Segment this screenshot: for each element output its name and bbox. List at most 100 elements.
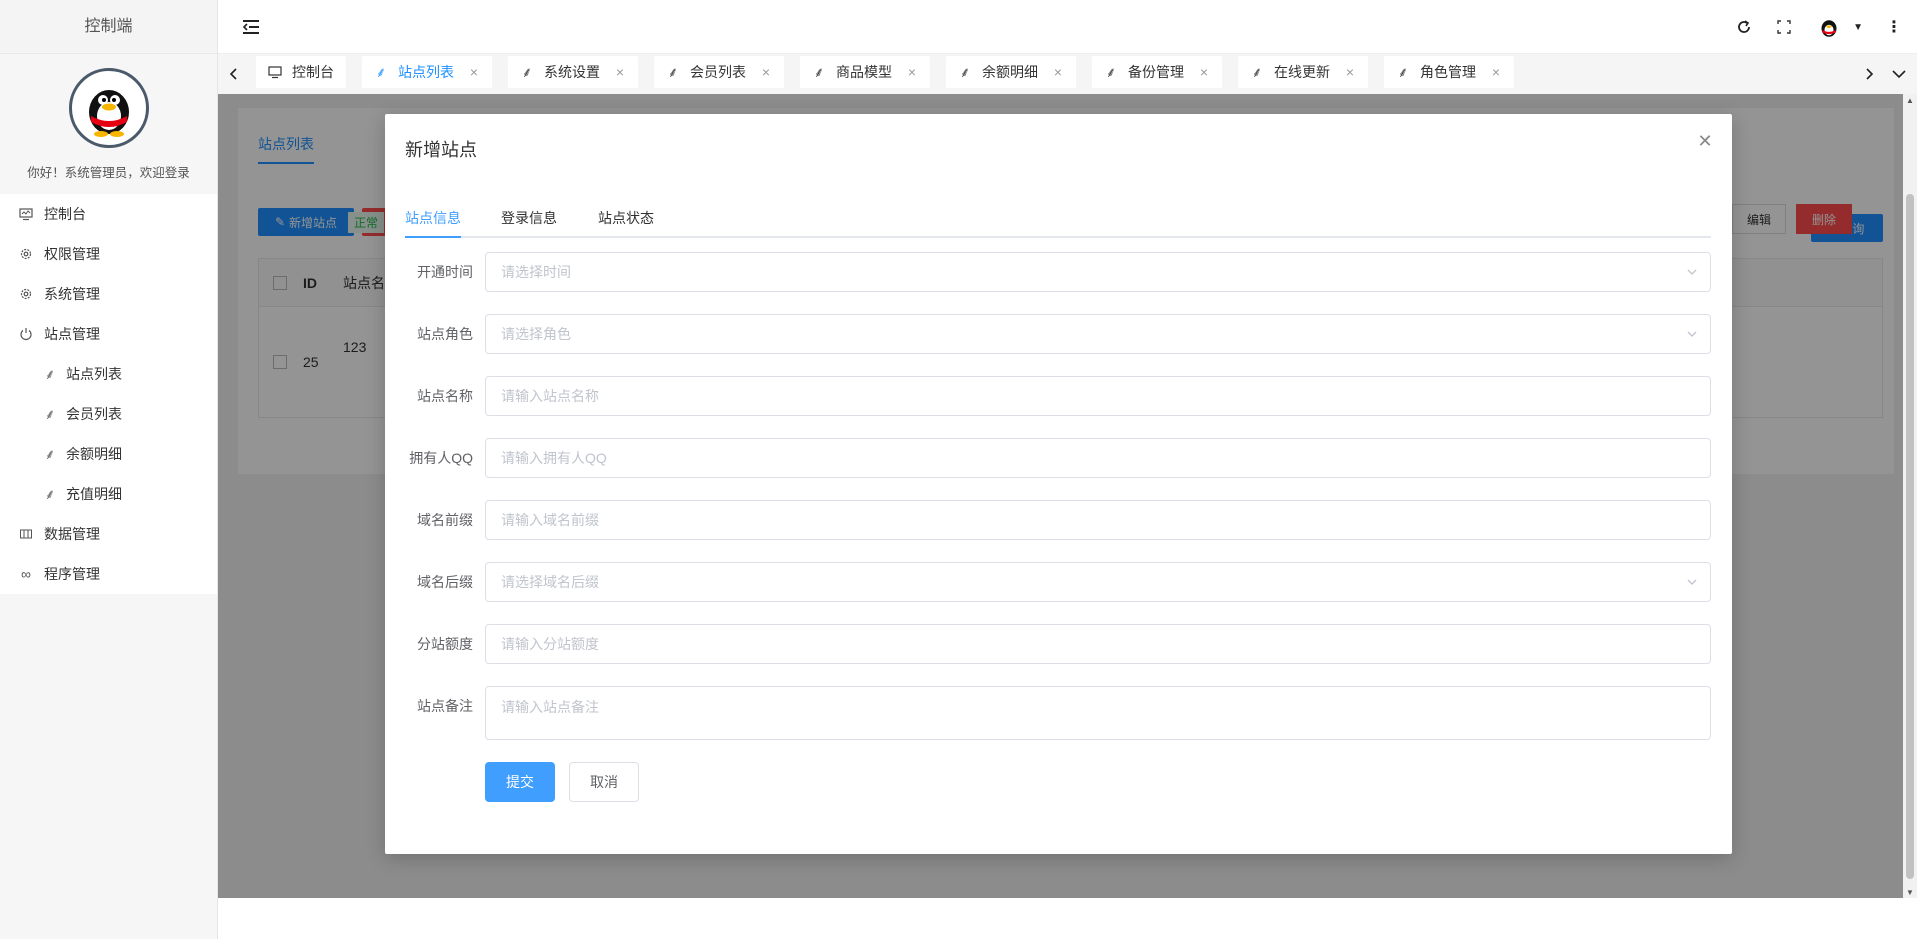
sidebar-item-label: 权限管理 [44,246,100,262]
close-icon[interactable]: ✕ [1696,131,1714,151]
refresh-icon[interactable] [1735,18,1753,36]
submit-button[interactable]: 提交 [485,762,555,802]
form-row-site-remark: 站点备注 请输入站点备注 [385,686,1732,740]
dialog-title: 新增站点 [405,140,477,160]
user-avatar[interactable] [1815,13,1844,41]
tab-label: 在线更新 [1274,64,1330,80]
palm-icon: ⸙ [44,445,56,462]
tab-member-list[interactable]: ⸙ 会员列表 × [654,56,784,88]
page-tabs: 控制台 ⸙ 站点列表 × ⸙ 系统设置 × ⸙ 会员列表 × ⸙ 商品模型 × … [256,56,1514,88]
sidebar-item-data[interactable]: 数据管理 [0,514,217,554]
sidebar-item-site-list[interactable]: ⸙ 站点列表 [0,354,217,394]
sidebar-item-label: 会员列表 [66,406,122,422]
gear-icon [18,246,34,262]
tab-label: 会员列表 [690,64,746,80]
sidebar-item-recharge-detail[interactable]: ⸙ 充值明细 [0,474,217,514]
tabs-next-icon[interactable] [1859,64,1879,84]
sidebar-item-permissions[interactable]: 权限管理 [0,234,217,274]
tab-role-management[interactable]: ⸙ 角色管理 × [1384,56,1514,88]
top-bar: ▼ ⋮ [218,0,1917,54]
scrollbar-thumb[interactable] [1906,194,1914,879]
form-row-substation-quota: 分站额度 请输入分站额度 [385,624,1732,664]
tab-console[interactable]: 控制台 [256,56,346,88]
tab-login-info[interactable]: 登录信息 [501,206,557,238]
tab-product-model[interactable]: ⸙ 商品模型 × [800,56,930,88]
placeholder-text: 请输入站点名称 [501,388,599,404]
avatar[interactable] [68,68,149,148]
palm-icon: ⸙ [813,63,825,80]
placeholder-text: 请选择域名后缀 [501,574,599,590]
close-icon[interactable]: × [468,64,480,80]
sidebar-item-system[interactable]: 系统管理 [0,274,217,314]
top-bar-actions: ▼ ⋮ [1735,0,1903,54]
placeholder-text: 请输入站点备注 [501,699,599,715]
tab-system-settings[interactable]: ⸙ 系统设置 × [508,56,638,88]
sidebar-item-balance-detail[interactable]: ⸙ 余额明细 [0,434,217,474]
tab-backup[interactable]: ⸙ 备份管理 × [1092,56,1222,88]
infinity-icon: ∞ [21,566,31,582]
more-vertical-icon[interactable]: ⋮ [1885,18,1903,36]
palm-icon: ⸙ [1251,63,1263,80]
substation-quota-input[interactable]: 请输入分站额度 [485,624,1711,664]
field-label: 开通时间 [417,264,473,280]
form-row-owner-qq: 拥有人QQ 请输入拥有人QQ [385,438,1732,478]
close-icon[interactable]: × [906,64,918,80]
tab-site-list[interactable]: ⸙ 站点列表 × [362,56,492,88]
tab-site-info[interactable]: 站点信息 [405,206,461,238]
tab-label: 控制台 [292,64,334,80]
close-icon[interactable]: × [1344,64,1356,80]
sidebar-item-member-list[interactable]: ⸙ 会员列表 [0,394,217,434]
user-menu[interactable]: ▼ [1815,13,1863,41]
tab-label: 角色管理 [1420,64,1476,80]
sidebar-menu: 控制台 权限管理 系统管理 站点管理 ⸙ 站点列表 ⸙ 会员列表 ⸙ 余额明细 … [0,194,217,594]
monitor-icon [268,65,282,79]
cancel-button[interactable]: 取消 [569,762,639,802]
sidebar-item-program[interactable]: ∞ 程序管理 [0,554,217,594]
power-icon [18,326,34,342]
close-icon[interactable]: × [1052,64,1064,80]
page-tabs-bar: 控制台 ⸙ 站点列表 × ⸙ 系统设置 × ⸙ 会员列表 × ⸙ 商品模型 × … [218,54,1917,94]
fullscreen-icon[interactable] [1775,18,1793,36]
sidebar-item-label: 余额明细 [66,446,122,462]
add-site-dialog: 新增站点 ✕ 站点信息 登录信息 站点状态 开通时间 请选择时间 站点角色 请选… [385,114,1732,854]
menu-fold-icon[interactable] [240,16,262,38]
site-role-select[interactable]: 请选择角色 [485,314,1711,354]
tabs-dropdown-icon[interactable] [1889,64,1909,84]
welcome-text: 你好！系统管理员，欢迎登录 [27,166,190,180]
form-row-site-name: 站点名称 请输入站点名称 [385,376,1732,416]
tab-label: 余额明细 [982,64,1038,80]
placeholder-text: 请输入域名前缀 [501,512,599,528]
tab-label: 商品模型 [836,64,892,80]
tab-site-status[interactable]: 站点状态 [598,206,654,238]
tab-online-update[interactable]: ⸙ 在线更新 × [1238,56,1368,88]
sidebar-item-sites[interactable]: 站点管理 [0,314,217,354]
close-icon[interactable]: × [1198,64,1210,80]
close-icon[interactable]: × [760,64,772,80]
close-icon[interactable]: × [1490,64,1502,80]
tabs-prev-icon[interactable] [224,64,244,84]
tab-label: 备份管理 [1128,64,1184,80]
scroll-down-icon[interactable]: ▼ [1906,888,1914,897]
tab-balance-detail[interactable]: ⸙ 余额明细 × [946,56,1076,88]
tab-label: 站点列表 [398,64,454,80]
monitor-icon [18,206,34,222]
close-icon[interactable]: × [614,64,626,80]
site-remark-textarea[interactable]: 请输入站点备注 [485,686,1711,740]
form-row-open-time: 开通时间 请选择时间 [385,252,1732,292]
sidebar-item-console[interactable]: 控制台 [0,194,217,234]
sidebar-item-label: 系统管理 [44,286,100,302]
chevron-down-icon [1687,579,1697,585]
palm-icon: ⸙ [44,405,56,422]
owner-qq-input[interactable]: 请输入拥有人QQ [485,438,1711,478]
open-time-select[interactable]: 请选择时间 [485,252,1711,292]
chevron-down-icon [1687,331,1697,337]
scroll-up-icon[interactable]: ▲ [1906,96,1914,105]
placeholder-text: 请选择角色 [501,326,571,342]
domain-suffix-select[interactable]: 请选择域名后缀 [485,562,1711,602]
domain-prefix-input[interactable]: 请输入域名前缀 [485,500,1711,540]
vertical-scrollbar[interactable]: ▲ ▼ [1903,94,1917,898]
site-name-input[interactable]: 请输入站点名称 [485,376,1711,416]
palm-icon: ⸙ [44,365,56,382]
palm-icon: ⸙ [375,63,387,80]
palm-icon: ⸙ [521,63,533,80]
